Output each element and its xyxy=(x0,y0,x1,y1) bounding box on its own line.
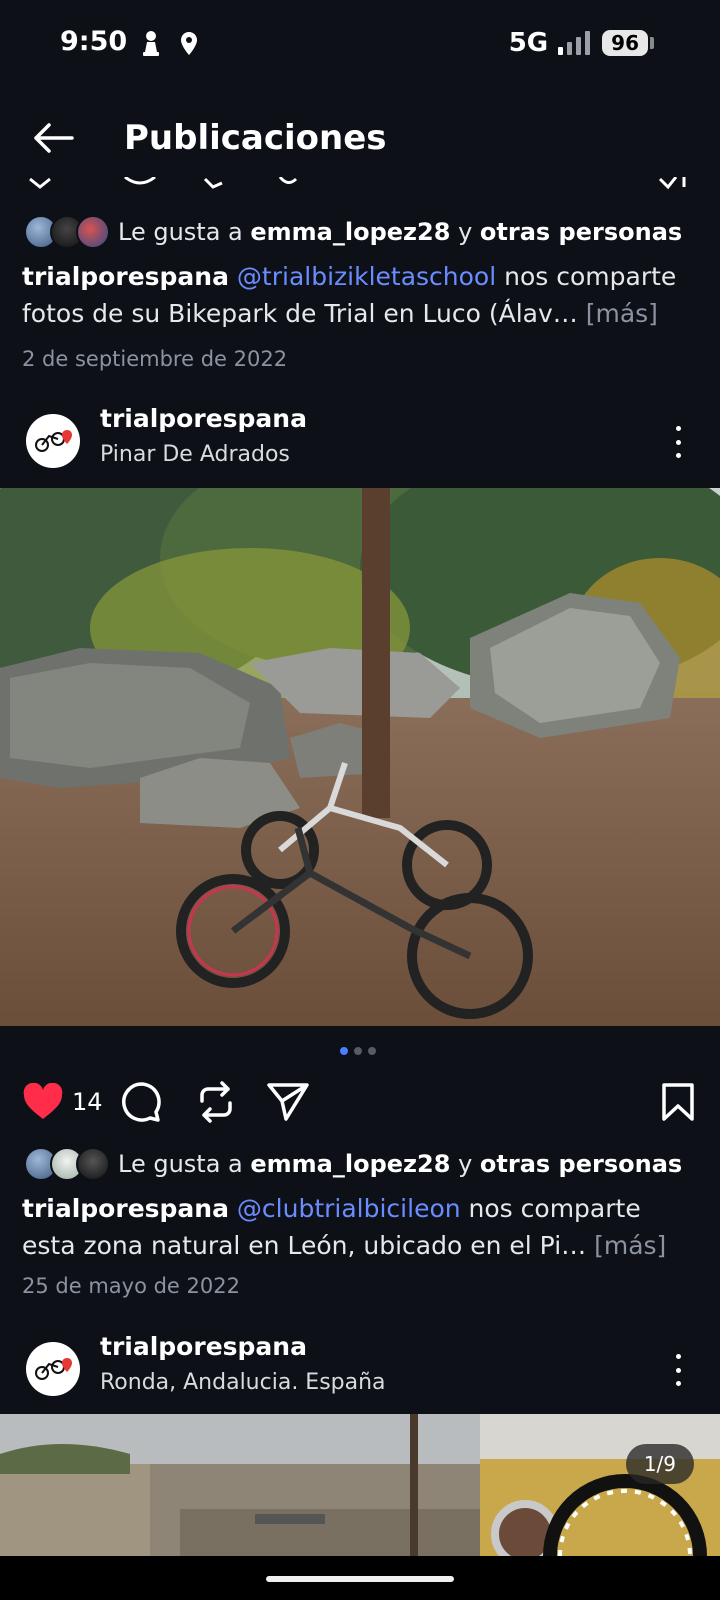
caption-mention[interactable]: @trialbizikletaschool xyxy=(237,262,496,291)
post-caption: trialporespana @trialbizikletaschool nos… xyxy=(22,258,702,332)
carousel-dot-active xyxy=(340,1047,348,1055)
page-title: Publicaciones xyxy=(124,118,387,158)
post-caption: trialporespana @clubtrialbicileon nos co… xyxy=(22,1190,702,1264)
home-indicator[interactable] xyxy=(266,1576,454,1582)
liked-by-text: Le gusta a emma_lopez28 y otras personas xyxy=(118,218,682,246)
post-date: 2 de septiembre de 2022 xyxy=(22,347,288,371)
post-header: trialporespana Ronda, Andalucia. España xyxy=(0,1330,720,1406)
liked-by-prefix: Le gusta a xyxy=(118,1150,243,1178)
post-menu-button[interactable] xyxy=(666,422,690,462)
liked-by-others[interactable]: otras personas xyxy=(480,218,682,246)
like-count: 14 xyxy=(72,1088,103,1116)
liked-by-row[interactable]: Le gusta a emma_lopez28 y otras personas xyxy=(24,1144,704,1184)
caption-mention[interactable]: @clubtrialbicileon xyxy=(237,1194,461,1223)
ronda-photo xyxy=(0,1414,720,1556)
avatar[interactable] xyxy=(26,414,80,468)
caption-more-link[interactable]: [más] xyxy=(594,1231,666,1260)
battery-level: 96 xyxy=(602,30,648,56)
battery-icon: 96 xyxy=(602,30,654,56)
liked-by-row[interactable]: Le gusta a emma_lopez28 y otras personas xyxy=(24,212,704,252)
previous-post-actions-clipped xyxy=(0,176,720,190)
liked-by-joiner: y xyxy=(458,218,473,246)
liked-by-user[interactable]: emma_lopez28 xyxy=(250,218,450,246)
location-pin-icon xyxy=(181,32,197,55)
carousel-indicator xyxy=(340,1047,376,1055)
share-button[interactable] xyxy=(266,1080,310,1124)
arrow-left-icon xyxy=(34,123,74,153)
post-image[interactable] xyxy=(0,1414,720,1556)
forest-bike-photo xyxy=(0,488,720,1026)
signal-icon xyxy=(558,31,591,55)
carousel-dot xyxy=(368,1047,376,1055)
liked-by-prefix: Le gusta a xyxy=(118,218,243,246)
liked-by-text: Le gusta a emma_lopez28 y otras personas xyxy=(118,1150,682,1178)
status-notification-icons xyxy=(140,30,200,58)
post-location[interactable]: Pinar De Adrados xyxy=(100,442,290,467)
battery-tip xyxy=(650,37,654,49)
liked-by-avatars xyxy=(24,1147,110,1181)
post-location[interactable]: Ronda, Andalucia. España xyxy=(100,1370,386,1395)
chess-pawn-icon xyxy=(143,31,159,56)
top-app-bar: Publicaciones xyxy=(0,98,720,178)
status-time: 9:50 xyxy=(60,26,128,57)
liked-by-avatars xyxy=(24,215,110,249)
send-icon xyxy=(267,1083,309,1121)
image-counter-badge: 1/9 xyxy=(625,1444,694,1484)
post-image[interactable] xyxy=(0,488,720,1026)
avatar[interactable] xyxy=(26,1342,80,1396)
avatar xyxy=(76,1147,110,1181)
carousel-dot xyxy=(354,1047,362,1055)
post-username[interactable]: trialporespana xyxy=(100,1332,307,1361)
status-right: 5G 96 xyxy=(509,28,654,58)
save-button[interactable] xyxy=(660,1080,696,1124)
back-button[interactable] xyxy=(18,108,88,168)
post-date: 25 de mayo de 2022 xyxy=(22,1274,240,1298)
post-actions: 14 xyxy=(0,1080,720,1130)
comment-bubble-icon xyxy=(122,1082,161,1122)
liked-by-others[interactable]: otras personas xyxy=(480,1150,682,1178)
heart-filled-icon xyxy=(23,1083,63,1119)
repost-icon xyxy=(200,1081,232,1123)
liked-by-joiner: y xyxy=(458,1150,473,1178)
system-nav-bar xyxy=(0,1556,720,1600)
post-menu-button[interactable] xyxy=(666,1350,690,1390)
post-username[interactable]: trialporespana xyxy=(100,404,307,433)
status-bar: 9:50 5G 96 xyxy=(0,0,720,90)
trial-logo-icon xyxy=(35,430,72,452)
liked-by-user[interactable]: emma_lopez28 xyxy=(250,1150,450,1178)
caption-more-link[interactable]: [más] xyxy=(586,299,658,328)
network-type: 5G xyxy=(508,28,549,58)
comment-button[interactable] xyxy=(120,1080,162,1124)
like-button[interactable]: 14 xyxy=(22,1080,103,1124)
post-header: trialporespana Pinar De Adrados xyxy=(0,402,720,478)
caption-username[interactable]: trialporespana xyxy=(22,1194,229,1223)
avatar xyxy=(76,215,110,249)
trial-logo-icon xyxy=(35,1358,72,1380)
bookmark-icon xyxy=(662,1083,694,1121)
repost-button[interactable] xyxy=(196,1080,236,1124)
caption-username[interactable]: trialporespana xyxy=(22,262,229,291)
